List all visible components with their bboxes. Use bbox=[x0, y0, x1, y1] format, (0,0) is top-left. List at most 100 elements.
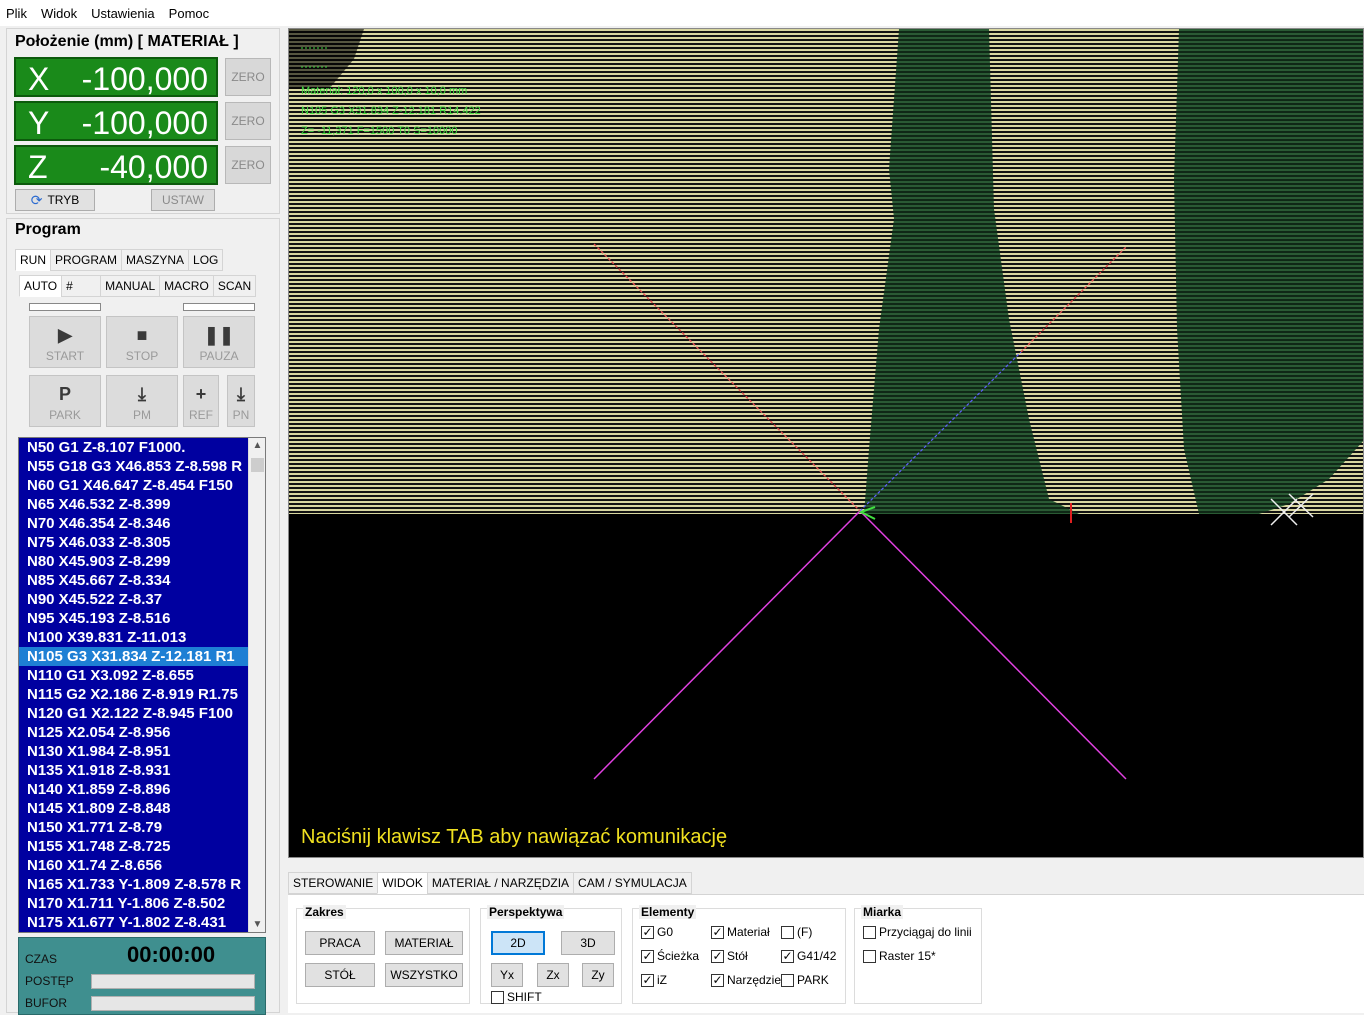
gcode-line[interactable]: N150 X1.771 Z-8.79 bbox=[19, 818, 249, 837]
gcode-line[interactable]: N60 G1 X46.647 Z-8.454 F150 bbox=[19, 476, 249, 495]
range-table-button[interactable]: STÓŁ bbox=[305, 963, 375, 987]
tab-log[interactable]: LOG bbox=[188, 249, 224, 271]
subtab-macro[interactable]: MACRO bbox=[159, 275, 214, 297]
stop-icon: ■ bbox=[136, 325, 148, 345]
checkbox-g0[interactable]: ✓ G0 bbox=[641, 925, 673, 939]
gcode-line[interactable]: N130 X1.984 Z-8.951 bbox=[19, 742, 249, 761]
gcode-line[interactable]: N95 X45.193 Z-8.516 bbox=[19, 609, 249, 628]
x-axis-display: X -100,000 bbox=[14, 57, 218, 97]
menu-view[interactable]: Widok bbox=[41, 6, 77, 21]
range-material-button[interactable]: MATERIAŁ bbox=[385, 931, 463, 955]
gcode-line[interactable]: N160 X1.74 Z-8.656 bbox=[19, 856, 249, 875]
zero-y-button[interactable]: ZERO bbox=[225, 102, 271, 140]
subtab-manual[interactable]: MANUAL bbox=[100, 275, 161, 297]
view-yx-button[interactable]: Yx bbox=[491, 963, 523, 987]
gcode-list[interactable]: N50 G1 Z-8.107 F1000. N55 G18 G3 X46.853 … bbox=[18, 437, 266, 933]
start-button[interactable]: ▶ START bbox=[29, 316, 101, 368]
check-icon[interactable] bbox=[781, 973, 794, 987]
checkbox-raster-15-[interactable]: Raster 15* bbox=[863, 949, 936, 963]
range-all-button[interactable]: WSZYSTKO bbox=[385, 963, 463, 987]
scroll-down-icon[interactable]: ▼ bbox=[249, 919, 265, 930]
check-icon[interactable]: ✓ bbox=[641, 925, 654, 939]
check-icon[interactable]: ✓ bbox=[781, 949, 794, 963]
check-icon[interactable] bbox=[863, 949, 876, 963]
gcode-line[interactable]: N175 X1.677 Y-1.802 Z-8.431 bbox=[19, 913, 249, 932]
gcode-line[interactable]: N70 X46.354 Z-8.346 bbox=[19, 514, 249, 533]
checkbox-iz[interactable]: ✓ iZ bbox=[641, 973, 667, 987]
checkbox-ścieżka[interactable]: ✓ Ścieżka bbox=[641, 949, 699, 963]
gcode-line[interactable]: N115 G2 X2.186 Z-8.919 R1.75 bbox=[19, 685, 249, 704]
menu-settings[interactable]: Ustawienia bbox=[91, 6, 155, 21]
menu-file[interactable]: Plik bbox=[6, 6, 27, 21]
tab-machine[interactable]: MASZYNA bbox=[121, 249, 190, 271]
scroll-up-icon[interactable]: ▲ bbox=[249, 440, 265, 451]
checkbox-park[interactable]: PARK bbox=[781, 973, 829, 987]
gcode-line[interactable]: N125 X2.054 Z-8.956 bbox=[19, 723, 249, 742]
gcode-line[interactable]: N55 G18 G3 X46.853 Z-8.598 R bbox=[19, 457, 249, 476]
pn-button[interactable]: ⤓ PN bbox=[227, 375, 255, 427]
pause-button[interactable]: ❚❚ PAUZA bbox=[183, 316, 255, 368]
gcode-line[interactable]: N85 X45.667 Z-8.334 bbox=[19, 571, 249, 590]
gcode-line[interactable]: N105 G3 X31.834 Z-12.181 R1 bbox=[19, 647, 249, 666]
gcode-line[interactable]: N80 X45.903 Z-8.299 bbox=[19, 552, 249, 571]
tab-run[interactable]: RUN bbox=[15, 249, 51, 271]
gcode-line[interactable]: N155 X1.748 Z-8.725 bbox=[19, 837, 249, 856]
checkbox-stół[interactable]: ✓ Stół bbox=[711, 949, 748, 963]
gcode-scrollbar[interactable]: ▲ ▼ bbox=[248, 438, 265, 932]
park-button[interactable]: P PARK bbox=[29, 375, 101, 427]
simulation-viewport[interactable]: Materiał: 120,0 x 100,0 x 10,0 mm N105 G… bbox=[288, 28, 1364, 858]
gcode-line[interactable]: N165 X1.733 Y-1.809 Z-8.578 R bbox=[19, 875, 249, 894]
checkbox--f-[interactable]: (F) bbox=[781, 925, 812, 939]
tab-view[interactable]: WIDOK bbox=[377, 872, 428, 894]
gcode-line[interactable]: N75 X46.033 Z-8.305 bbox=[19, 533, 249, 552]
stop-label: STOP bbox=[125, 349, 159, 363]
zero-z-button[interactable]: ZERO bbox=[225, 146, 271, 184]
shift-checkbox-box[interactable] bbox=[491, 990, 504, 1004]
subtab-scan[interactable]: SCAN bbox=[212, 275, 257, 297]
set-button[interactable]: USTAW bbox=[151, 189, 215, 211]
checkbox-g41-42[interactable]: ✓ G41/42 bbox=[781, 949, 836, 963]
gcode-line[interactable]: N100 X39.831 Z-11.013 bbox=[19, 628, 249, 647]
subtab-auto[interactable]: AUTO bbox=[19, 275, 63, 297]
view-zx-button[interactable]: Zx bbox=[537, 963, 569, 987]
check-icon[interactable] bbox=[781, 925, 794, 939]
check-icon[interactable]: ✓ bbox=[711, 925, 724, 939]
range-work-button[interactable]: PRACA bbox=[305, 931, 375, 955]
mode-button-label: TRYB bbox=[47, 193, 80, 207]
bottom-tabs: STEROWANIE WIDOK MATERIAŁ / NARZĘDZIA CA… bbox=[288, 872, 692, 894]
tab-material-tools[interactable]: MATERIAŁ / NARZĘDZIA bbox=[426, 872, 575, 894]
check-icon[interactable] bbox=[863, 925, 876, 939]
check-icon[interactable]: ✓ bbox=[711, 949, 724, 963]
gcode-line[interactable]: N120 G1 X2.122 Z-8.945 F100 bbox=[19, 704, 249, 723]
zero-x-button[interactable]: ZERO bbox=[225, 58, 271, 96]
ref-button[interactable]: + REF bbox=[183, 375, 219, 427]
gcode-line[interactable]: N145 X1.809 Z-8.848 bbox=[19, 799, 249, 818]
tab-control[interactable]: STEROWANIE bbox=[288, 872, 379, 894]
checkbox-label: Materiał bbox=[727, 925, 770, 939]
pm-button[interactable]: ⤓ PM bbox=[106, 375, 178, 427]
gcode-line[interactable]: N90 X45.522 Z-8.37 bbox=[19, 590, 249, 609]
gcode-line[interactable]: N110 G1 X3.092 Z-8.655 bbox=[19, 666, 249, 685]
subtab-hash[interactable]: # bbox=[61, 275, 102, 297]
menu-help[interactable]: Pomoc bbox=[169, 6, 209, 21]
gcode-line[interactable]: N65 X46.532 Z-8.399 bbox=[19, 495, 249, 514]
checkbox-materiał[interactable]: ✓ Materiał bbox=[711, 925, 770, 939]
mode-button[interactable]: ⟳ TRYB bbox=[15, 189, 95, 211]
checkbox-narzędzie[interactable]: ✓ Narzędzie bbox=[711, 973, 781, 987]
stop-button[interactable]: ■ STOP bbox=[106, 316, 178, 368]
check-icon[interactable]: ✓ bbox=[711, 973, 724, 987]
scroll-thumb[interactable] bbox=[251, 458, 264, 472]
gcode-line[interactable]: N135 X1.918 Z-8.931 bbox=[19, 761, 249, 780]
checkbox-przyciągaj-do-linii[interactable]: Przyciągaj do linii bbox=[863, 925, 972, 939]
check-icon[interactable]: ✓ bbox=[641, 949, 654, 963]
tab-program[interactable]: PROGRAM bbox=[50, 249, 123, 271]
gcode-line[interactable]: N140 X1.859 Z-8.896 bbox=[19, 780, 249, 799]
view-zy-button[interactable]: Zy bbox=[582, 963, 614, 987]
check-icon[interactable]: ✓ bbox=[641, 973, 654, 987]
shift-checkbox[interactable]: SHIFT bbox=[491, 990, 542, 1004]
view-3d-button[interactable]: 3D bbox=[561, 931, 615, 955]
gcode-line[interactable]: N50 G1 Z-8.107 F1000. bbox=[19, 438, 249, 457]
gcode-line[interactable]: N170 X1.711 Y-1.806 Z-8.502 bbox=[19, 894, 249, 913]
tab-cam-simulation[interactable]: CAM / SYMULACJA bbox=[573, 872, 692, 894]
view-2d-button[interactable]: 2D bbox=[491, 931, 545, 955]
